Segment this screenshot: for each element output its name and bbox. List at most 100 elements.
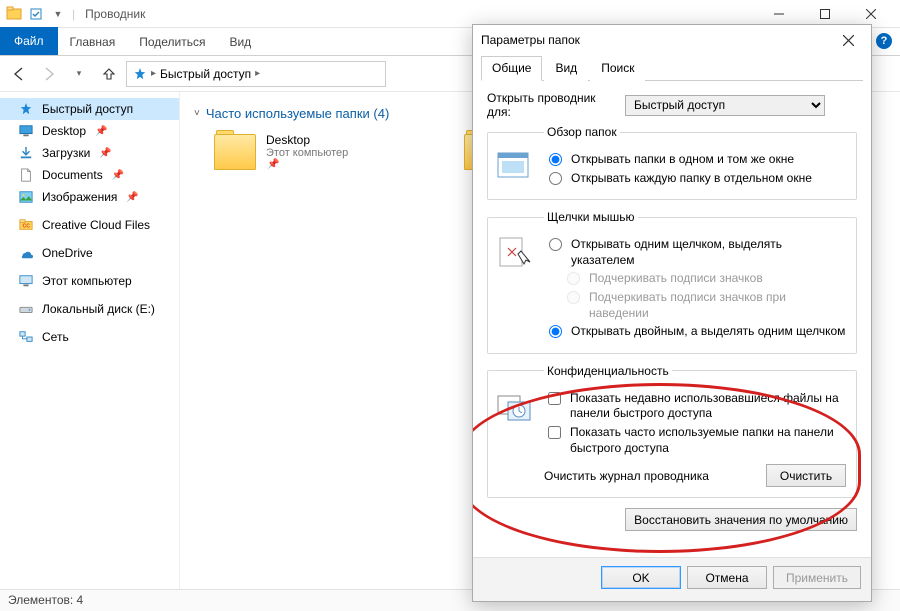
tab-home[interactable]: Главная xyxy=(58,29,128,55)
radio-single-click[interactable] xyxy=(549,238,562,251)
cc-icon: CC xyxy=(18,217,34,233)
radio-label: Открывать папки в одном и том же окне xyxy=(571,152,846,168)
checkbox-label: Показать недавно использовавшиеся файлы … xyxy=(570,391,846,422)
computer-icon xyxy=(18,273,34,289)
sidebar-item-label: OneDrive xyxy=(42,246,93,260)
sidebar-item-label: Desktop xyxy=(42,124,86,138)
radio-label: Подчеркивать подписи значков xyxy=(589,271,846,287)
documents-icon xyxy=(18,167,34,183)
apply-button[interactable]: Применить xyxy=(773,566,861,589)
pin-icon: 📌 xyxy=(95,126,107,137)
sidebar-item-thispc[interactable]: Этот компьютер xyxy=(0,270,179,292)
nav-sidebar: Быстрый доступ Desktop 📌 Загрузки 📌 Docu… xyxy=(0,92,180,589)
pictures-icon xyxy=(18,189,34,205)
folder-icon xyxy=(214,134,256,170)
pin-icon: 📌 xyxy=(126,192,138,203)
sidebar-item-label: Сеть xyxy=(42,330,69,344)
desktop-icon xyxy=(18,123,34,139)
sidebar-item-pictures[interactable]: Изображения 📌 xyxy=(0,186,179,208)
explorer-icon xyxy=(6,6,22,22)
pin-icon: 📌 xyxy=(267,159,348,170)
recent-locations-button[interactable]: ▾ xyxy=(66,61,92,87)
radio-double-click[interactable] xyxy=(549,325,562,338)
folder-sub: Этот компьютер xyxy=(266,147,348,159)
radio-underline-hover xyxy=(567,291,580,304)
tab-share[interactable]: Поделиться xyxy=(127,29,217,55)
privacy-group: Конфиденциальность Показать недавно испо… xyxy=(487,364,857,498)
sidebar-item-quickaccess[interactable]: Быстрый доступ xyxy=(0,98,179,120)
back-button[interactable] xyxy=(6,61,32,87)
click-items-group: Щелчки мышью Открывать одним щелчком, вы… xyxy=(487,210,857,354)
group-legend: Обзор папок xyxy=(544,125,620,139)
radio-label: Открывать двойным, а выделять одним щелч… xyxy=(571,324,846,340)
window-title: Проводник xyxy=(85,7,145,21)
group-header-label: Часто используемые папки (4) xyxy=(206,106,389,121)
folder-name: Desktop xyxy=(266,133,348,147)
open-explorer-select[interactable]: Быстрый доступ xyxy=(625,95,825,116)
sidebar-item-onedrive[interactable]: OneDrive xyxy=(0,242,179,264)
sidebar-item-label: Локальный диск (E:) xyxy=(42,302,155,316)
checkbox-frequent-folders[interactable] xyxy=(548,426,561,439)
folder-item-desktop[interactable]: Desktop Этот компьютер 📌 xyxy=(214,129,434,174)
open-explorer-label: Открыть проводник для: xyxy=(487,91,617,119)
dialog-tabs: Общие Вид Поиск xyxy=(481,55,863,81)
sidebar-item-network[interactable]: Сеть xyxy=(0,326,179,348)
qat-item-icon[interactable] xyxy=(28,6,44,22)
browse-folders-group: Обзор папок Открывать папки в одном и то… xyxy=(487,125,857,200)
sidebar-item-label: Загрузки xyxy=(42,146,90,160)
sidebar-item-documents[interactable]: Documents 📌 xyxy=(0,164,179,186)
chevron-down-icon: ˅ xyxy=(194,108,200,119)
dialog-tab-search[interactable]: Поиск xyxy=(590,56,645,81)
sidebar-item-label: Быстрый доступ xyxy=(42,102,133,116)
restore-defaults-button[interactable]: Восстановить значения по умолчанию xyxy=(625,508,857,531)
sidebar-item-label: Creative Cloud Files xyxy=(42,218,150,232)
group-legend: Щелчки мышью xyxy=(544,210,638,224)
drive-icon xyxy=(18,301,34,317)
radio-same-window[interactable] xyxy=(549,153,562,166)
onedrive-icon xyxy=(18,245,34,261)
group-legend: Конфиденциальность xyxy=(544,364,672,378)
up-button[interactable] xyxy=(96,61,122,87)
clear-history-label: Очистить журнал проводника xyxy=(544,469,756,483)
folder-options-dialog: Параметры папок Общие Вид Поиск Открыть … xyxy=(472,24,872,602)
quickaccess-star-icon xyxy=(133,67,147,81)
dialog-footer: OK Отмена Применить xyxy=(473,557,871,601)
sidebar-item-label: Этот компьютер xyxy=(42,274,132,288)
browse-folders-icon xyxy=(496,149,534,187)
ok-button[interactable]: OK xyxy=(601,566,681,589)
network-icon xyxy=(18,329,34,345)
status-text: Элементов: 4 xyxy=(8,593,83,607)
sidebar-item-creativecloud[interactable]: CC Creative Cloud Files xyxy=(0,214,179,236)
radio-underline-always xyxy=(567,272,580,285)
downloads-icon xyxy=(18,145,34,161)
checkbox-recent-files[interactable] xyxy=(548,392,561,405)
address-bar[interactable]: ▸ Быстрый доступ ▸ xyxy=(126,61,386,87)
sidebar-item-label: Documents xyxy=(42,168,103,182)
cancel-button[interactable]: Отмена xyxy=(687,566,767,589)
clear-button[interactable]: Очистить xyxy=(766,464,846,487)
dialog-close-button[interactable] xyxy=(833,25,863,55)
help-button[interactable]: ? xyxy=(868,27,900,55)
sidebar-item-downloads[interactable]: Загрузки 📌 xyxy=(0,142,179,164)
privacy-icon xyxy=(496,388,534,426)
sidebar-item-label: Изображения xyxy=(42,190,117,204)
file-tab[interactable]: Файл xyxy=(0,27,58,55)
breadcrumb-item[interactable]: Быстрый доступ xyxy=(160,67,251,81)
pin-icon: 📌 xyxy=(99,148,111,159)
radio-new-window[interactable] xyxy=(549,172,562,185)
pin-icon: 📌 xyxy=(112,170,124,181)
radio-label: Открывать одним щелчком, выделять указат… xyxy=(571,237,846,268)
chevron-right-icon: ▸ xyxy=(151,68,156,79)
svg-text:CC: CC xyxy=(23,224,31,230)
chevron-right-icon: ▸ xyxy=(255,68,260,79)
dialog-tab-general[interactable]: Общие xyxy=(481,56,542,81)
dialog-title: Параметры папок xyxy=(481,33,580,47)
radio-label: Подчеркивать подписи значков при наведен… xyxy=(589,290,846,321)
qat-dropdown-icon[interactable]: ▼ xyxy=(50,6,66,22)
sidebar-item-drive-e[interactable]: Локальный диск (E:) xyxy=(0,298,179,320)
dialog-tab-view[interactable]: Вид xyxy=(544,56,588,81)
click-items-icon xyxy=(496,234,534,272)
tab-view[interactable]: Вид xyxy=(217,29,263,55)
forward-button[interactable] xyxy=(36,61,62,87)
sidebar-item-desktop[interactable]: Desktop 📌 xyxy=(0,120,179,142)
